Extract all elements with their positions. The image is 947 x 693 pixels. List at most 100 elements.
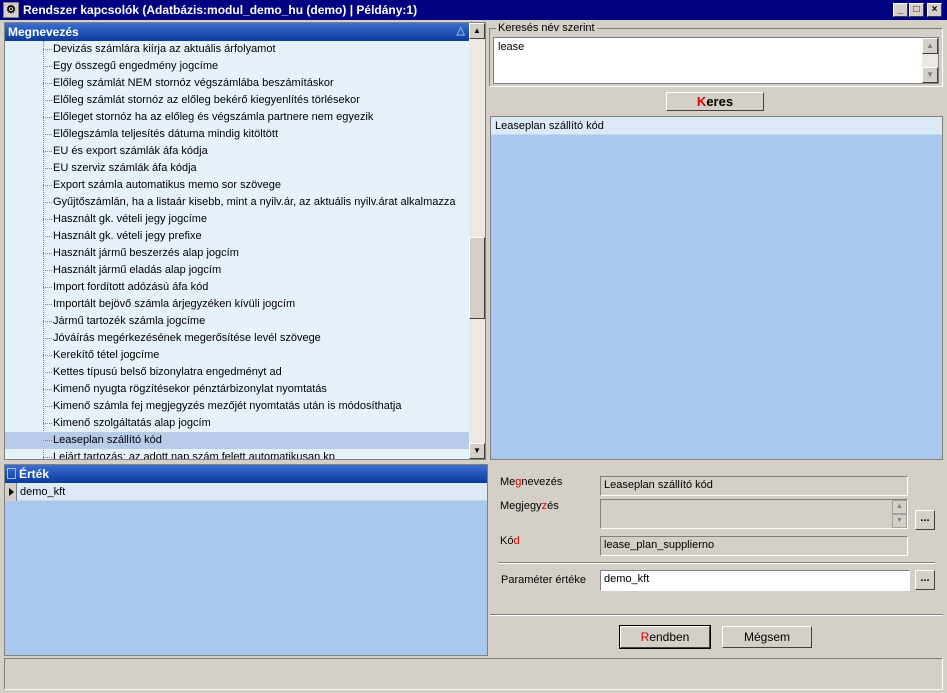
tree-item[interactable]: Kimenő szolgáltatás alap jogcím bbox=[5, 415, 469, 432]
sort-icon: △ bbox=[456, 25, 465, 37]
tree-item[interactable]: Kettes típusú belső bizonylatra engedmén… bbox=[5, 364, 469, 381]
search-group-label: Keresés név szerint bbox=[498, 22, 595, 34]
tree-item[interactable]: Import fordított adózású áfa kód bbox=[5, 279, 469, 296]
tree-item[interactable]: Előleget stornóz ha az előleg és végszám… bbox=[5, 109, 469, 126]
tree-item[interactable]: Használt gk. vételi jegy jogcíme bbox=[5, 211, 469, 228]
tree-item[interactable]: EU szerviz számlák áfa kódja bbox=[5, 160, 469, 177]
tree-rows: Devizás számlára kiírja az aktuális árfo… bbox=[5, 41, 469, 459]
search-scrollbar[interactable]: ▲ ▼ bbox=[922, 38, 938, 83]
title-bar: ⚙ Rendszer kapcsolók (Adatbázis:modul_de… bbox=[0, 0, 947, 20]
tree-item-label: Használt gk. vételi jegy prefixe bbox=[53, 230, 202, 242]
tree-item[interactable]: Importált bejövő számla árjegyzéken kívü… bbox=[5, 296, 469, 313]
app-icon[interactable]: ⚙ bbox=[3, 2, 19, 18]
window-title: Rendszer kapcsolók (Adatbázis:modul_demo… bbox=[23, 3, 418, 17]
tree-item[interactable]: Gyűjtőszámlán, ha a listaár kisebb, mint… bbox=[5, 194, 469, 211]
tree-item-label: Kimenő szolgáltatás alap jogcím bbox=[53, 417, 211, 429]
tree-item-label: Importált bejövő számla árjegyzéken kívü… bbox=[53, 298, 296, 310]
tree-item[interactable]: Használt jármű beszerzés alap jogcím bbox=[5, 245, 469, 262]
detail-form: Megnevezés Leaseplan szállító kód Megjeg… bbox=[490, 464, 943, 656]
tree-item[interactable]: Használt gk. vételi jegy prefixe bbox=[5, 228, 469, 245]
close-button[interactable]: × bbox=[927, 3, 942, 17]
scroll-thumb[interactable] bbox=[469, 237, 485, 319]
tree-item[interactable]: Jármű tartozék számla jogcíme bbox=[5, 313, 469, 330]
tree-header-label: Megnevezés bbox=[8, 25, 79, 39]
tree-item-label: Jármű tartozék számla jogcíme bbox=[53, 315, 206, 327]
search-button[interactable]: Keres bbox=[666, 92, 764, 111]
tree-item-label: Használt jármű beszerzés alap jogcím bbox=[53, 247, 239, 259]
divider bbox=[498, 562, 935, 564]
tree-item-label: EU szerviz számlák áfa kódja bbox=[53, 162, 197, 174]
tree-item-label: Jóváírás megérkezésének megerősítése lev… bbox=[53, 332, 321, 344]
note-spinner[interactable]: ▲ ▼ bbox=[892, 500, 907, 528]
tree-item-label: Előlegszámla teljesítés dátuma mindig ki… bbox=[53, 128, 278, 140]
tree-item-label: Lejárt tartozás: az adott nap szám felet… bbox=[53, 451, 335, 459]
tree-item-label: Export számla automatikus memo sor szöve… bbox=[53, 179, 282, 191]
tree-item[interactable]: Kimenő számla fej megjegyzés mezőjét nyo… bbox=[5, 398, 469, 415]
grid-header-label: Érték bbox=[19, 467, 50, 481]
ok-button[interactable]: Rendben bbox=[619, 625, 711, 649]
name-field: Leaseplan szállító kód bbox=[600, 476, 908, 496]
tree-item[interactable]: Lejárt tartozás: az adott nap szám felet… bbox=[5, 449, 469, 459]
tree-item-label: Egy összegű engedmény jogcíme bbox=[53, 60, 219, 72]
search-input[interactable]: lease ▲ ▼ bbox=[493, 37, 939, 84]
tree-item[interactable]: Egy összegű engedmény jogcíme bbox=[5, 58, 469, 75]
scroll-up-icon[interactable]: ▲ bbox=[892, 500, 907, 514]
tree-item[interactable]: Kimenő nyugta rögzítésekor pénztárbizony… bbox=[5, 381, 469, 398]
tree-item[interactable]: Kerekítő tétel jogcíme bbox=[5, 347, 469, 364]
tree-item-label: Előleg számlát NEM stornóz végszámlába b… bbox=[53, 77, 334, 89]
scroll-up-icon[interactable]: ▲ bbox=[469, 23, 485, 39]
cancel-button[interactable]: Mégsem bbox=[722, 626, 812, 648]
note-label: Megjegyzés bbox=[500, 500, 559, 512]
search-input-value: lease bbox=[498, 41, 525, 53]
tree-item-label: Kerekítő tétel jogcíme bbox=[53, 349, 160, 361]
note-field[interactable] bbox=[600, 499, 908, 529]
tree-scrollbar[interactable]: ▲ ▼ bbox=[469, 23, 485, 459]
tree-item-label: Használt gk. vételi jegy jogcíme bbox=[53, 213, 208, 225]
tree-item-label: Használt jármű eladás alap jogcím bbox=[53, 264, 222, 276]
tree-item-label: Előleg számlát stornóz az előleg bekérő … bbox=[53, 94, 360, 106]
tree-item[interactable]: Leaseplan szállító kód bbox=[5, 432, 469, 449]
switch-tree[interactable]: Megnevezés △ Devizás számlára kiírja az … bbox=[4, 22, 486, 460]
code-field: lease_plan_supplierno bbox=[600, 536, 908, 556]
scroll-down-icon[interactable]: ▼ bbox=[469, 443, 485, 459]
tree-item[interactable]: Használt jármű eladás alap jogcím bbox=[5, 262, 469, 279]
minimize-button[interactable]: _ bbox=[893, 3, 908, 17]
status-bar bbox=[4, 658, 943, 690]
tree-item[interactable]: Előleg számlát stornóz az előleg bekérő … bbox=[5, 92, 469, 109]
code-label: Kód bbox=[500, 535, 520, 547]
tree-item-label: EU és export számlák áfa kódja bbox=[53, 145, 208, 157]
result-item[interactable]: Leaseplan szállító kód bbox=[491, 117, 942, 135]
scroll-down-icon[interactable]: ▼ bbox=[892, 514, 907, 528]
grid-cell: demo_kft bbox=[20, 486, 66, 498]
param-browse-button[interactable]: ... bbox=[915, 570, 935, 590]
tree-item[interactable]: Export számla automatikus memo sor szöve… bbox=[5, 177, 469, 194]
tree-item-label: Kimenő nyugta rögzítésekor pénztárbizony… bbox=[53, 383, 327, 395]
tree-item-label: Kettes típusú belső bizonylatra engedmén… bbox=[53, 366, 282, 378]
tree-item[interactable]: Előleg számlát NEM stornóz végszámlába b… bbox=[5, 75, 469, 92]
note-browse-button[interactable]: ... bbox=[915, 510, 935, 530]
grid-row[interactable]: demo_kft bbox=[5, 483, 487, 501]
row-indicator-icon bbox=[5, 483, 17, 501]
tree-item[interactable]: Devizás számlára kiírja az aktuális árfo… bbox=[5, 41, 469, 58]
name-label: Megnevezés bbox=[500, 476, 563, 488]
scroll-down-icon[interactable]: ▼ bbox=[922, 67, 938, 83]
grid-header[interactable]: Érték bbox=[5, 465, 487, 483]
tree-item-label: Leaseplan szállító kód bbox=[53, 434, 162, 446]
grid-icon bbox=[7, 468, 16, 479]
tree-header[interactable]: Megnevezés △ bbox=[5, 23, 469, 41]
value-grid[interactable]: Érték demo_kft bbox=[4, 464, 488, 656]
tree-item-label: Előleget stornóz ha az előleg és végszám… bbox=[53, 111, 374, 123]
search-results[interactable]: Leaseplan szállító kód bbox=[490, 116, 943, 460]
tree-item-label: Devizás számlára kiírja az aktuális árfo… bbox=[53, 43, 276, 55]
tree-item-label: Import fordított adózású áfa kód bbox=[53, 281, 209, 293]
tree-item[interactable]: Jóváírás megérkezésének megerősítése lev… bbox=[5, 330, 469, 347]
tree-item-label: Kimenő számla fej megjegyzés mezőjét nyo… bbox=[53, 400, 402, 412]
param-value-input[interactable]: demo_kft bbox=[600, 570, 910, 591]
divider bbox=[490, 614, 943, 616]
param-label: Paraméter értéke bbox=[501, 574, 586, 586]
tree-item[interactable]: Előlegszámla teljesítés dátuma mindig ki… bbox=[5, 126, 469, 143]
maximize-button[interactable]: □ bbox=[909, 3, 924, 17]
tree-item-label: Gyűjtőszámlán, ha a listaár kisebb, mint… bbox=[53, 196, 456, 208]
scroll-up-icon[interactable]: ▲ bbox=[922, 38, 938, 54]
tree-item[interactable]: EU és export számlák áfa kódja bbox=[5, 143, 469, 160]
